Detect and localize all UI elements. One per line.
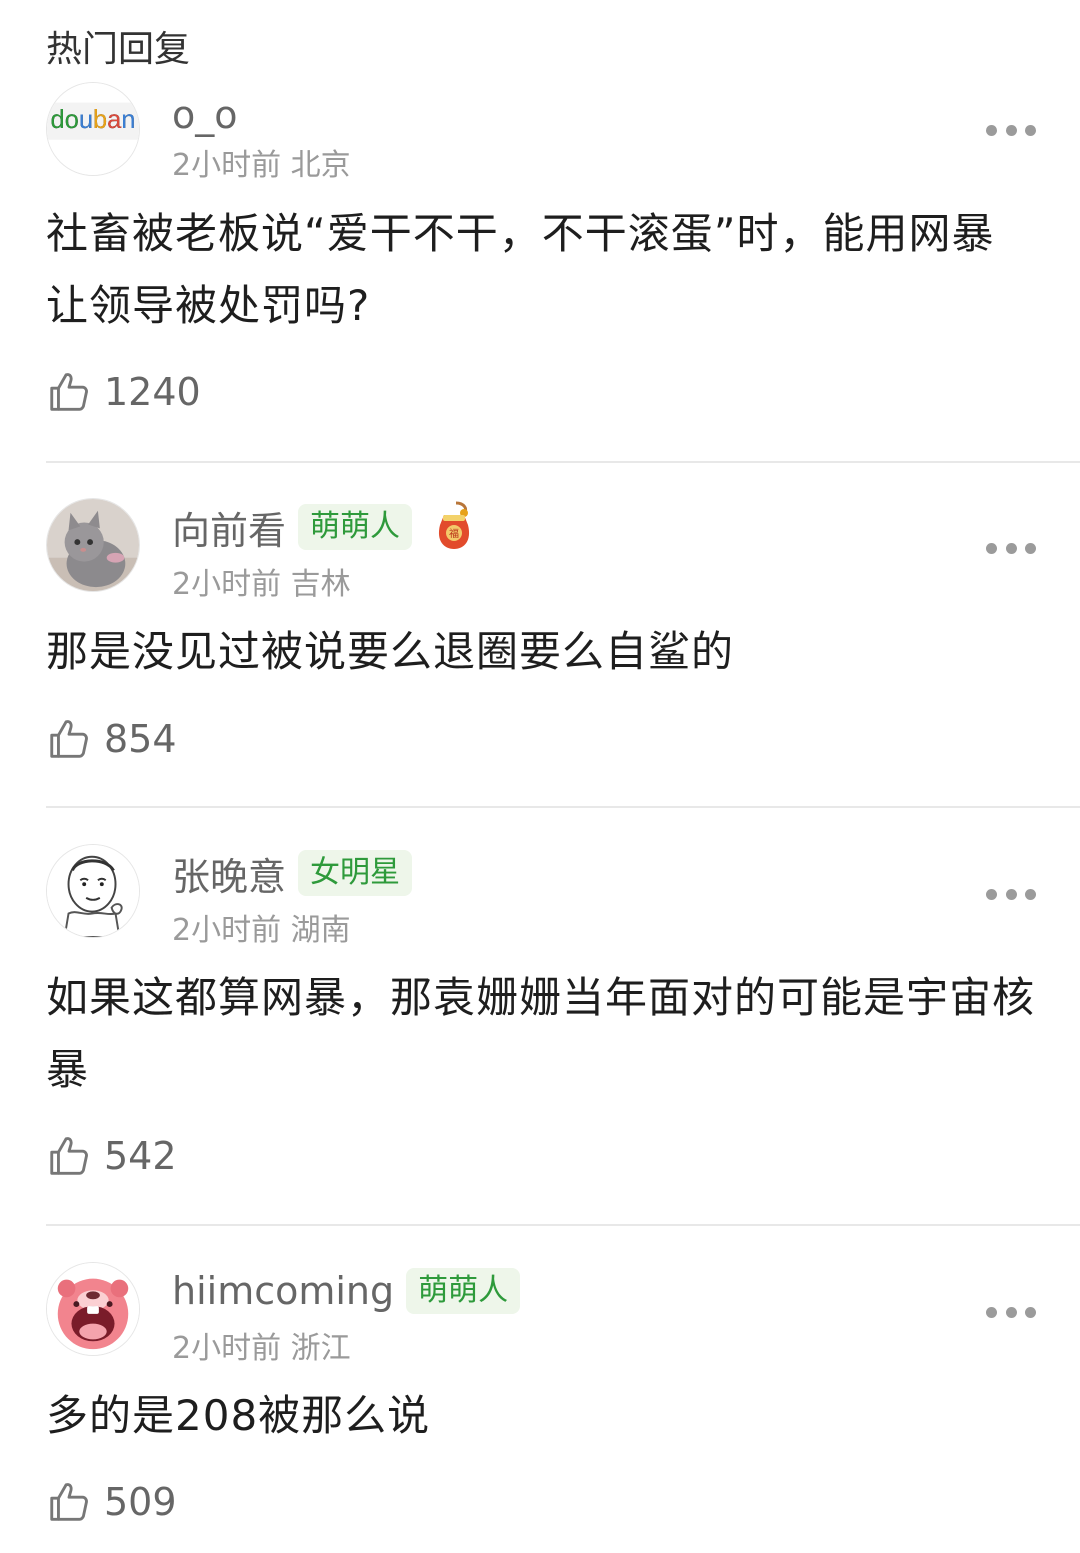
more-options-button[interactable] <box>986 541 1036 555</box>
red-pouch-medal-icon: 福 <box>438 501 470 549</box>
avatar[interactable]: douban douban <box>46 82 140 176</box>
user-badge: 萌萌人 <box>298 504 413 550</box>
like-count: 854 <box>104 717 177 761</box>
name-row: 向前看 萌萌人 福 <box>172 500 474 554</box>
like-count: 509 <box>104 1480 177 1524</box>
avatar[interactable] <box>46 1262 140 1356</box>
username[interactable]: hiimcoming <box>172 1269 394 1313</box>
avatar[interactable] <box>46 498 140 592</box>
user-badge: 萌萌人 <box>406 1268 521 1314</box>
more-dot-icon <box>986 124 997 136</box>
divider <box>46 806 1080 808</box>
more-options-button[interactable] <box>986 887 1036 901</box>
thumbs-up-icon <box>50 720 88 758</box>
more-dot-icon <box>986 888 997 900</box>
comment-text: 多的是208被那么说 <box>46 1391 431 1440</box>
user-badge: 女明星 <box>298 850 413 896</box>
more-dot-icon <box>986 1306 997 1318</box>
name-row: hiimcoming 萌萌人 <box>172 1264 521 1318</box>
like-button[interactable]: 854 <box>46 714 177 764</box>
name-row: 张晚意 女明星 <box>172 846 413 901</box>
username[interactable]: 张晚意 <box>172 846 286 901</box>
location-label: 吉林 <box>290 567 351 602</box>
name-row: o_o <box>172 88 238 142</box>
section-title: 热门回复 <box>46 29 191 70</box>
like-count: 542 <box>104 1134 177 1178</box>
meme-face-sketch-avatar <box>47 845 139 937</box>
username[interactable]: o_o <box>172 93 238 137</box>
like-count: 1240 <box>104 370 201 414</box>
more-dot-icon <box>1025 888 1036 900</box>
comment-meta: 2小时前 吉林 <box>172 559 351 603</box>
location-label: 北京 <box>290 148 351 183</box>
like-button[interactable]: 542 <box>46 1131 177 1181</box>
more-options-button[interactable] <box>986 123 1036 137</box>
comment-meta: 2小时前 浙江 <box>172 1323 351 1367</box>
comment-meta: 2小时前 湖南 <box>172 905 351 949</box>
time-label: 2小时前 <box>172 913 282 948</box>
like-button[interactable]: 1240 <box>46 367 201 417</box>
svg-text:福: 福 <box>449 527 459 540</box>
time-label: 2小时前 <box>172 1331 282 1366</box>
more-dot-icon <box>1025 124 1036 136</box>
comment-text: 如果这都算网暴，那袁姗姗当年面对的可能是宇宙核暴 <box>46 973 1036 1094</box>
location-label: 湖南 <box>290 913 351 948</box>
comment-text: 社畜被老板说“爱干不干，不干滚蛋”时，能用网暴让领导被处罚吗? <box>46 209 995 330</box>
pink-cartoon-beaver-avatar <box>47 1263 139 1355</box>
divider <box>46 461 1080 463</box>
douban-logo-avatar: douban douban <box>47 83 139 175</box>
svg-text:douban: douban <box>51 106 136 134</box>
gray-kitten-avatar <box>47 499 139 591</box>
more-dot-icon <box>1025 542 1036 554</box>
divider <box>46 1224 1080 1226</box>
comment-text: 那是没见过被说要么退圈要么自鲨的 <box>46 627 735 676</box>
comment-meta: 2小时前 北京 <box>172 140 351 184</box>
time-label: 2小时前 <box>172 148 282 183</box>
more-dot-icon <box>1025 1306 1036 1318</box>
username[interactable]: 向前看 <box>172 500 286 555</box>
avatar[interactable] <box>46 844 140 938</box>
more-dot-icon <box>1005 542 1017 554</box>
more-dot-icon <box>986 542 997 554</box>
more-dot-icon <box>1005 888 1017 900</box>
thumbs-up-icon <box>50 1137 88 1175</box>
more-dot-icon <box>1005 124 1017 136</box>
thumbs-up-icon <box>50 1483 88 1521</box>
like-button[interactable]: 509 <box>46 1477 177 1527</box>
more-options-button[interactable] <box>986 1305 1036 1319</box>
more-dot-icon <box>1005 1306 1017 1318</box>
time-label: 2小时前 <box>172 567 282 602</box>
location-label: 浙江 <box>290 1331 351 1366</box>
thumbs-up-icon <box>50 373 88 411</box>
